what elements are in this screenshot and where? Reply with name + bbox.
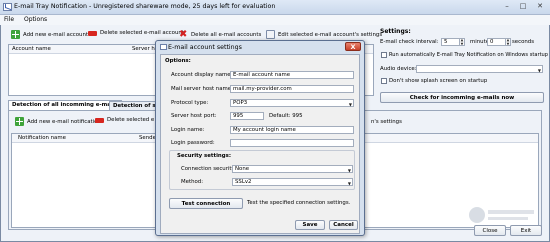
check-now-button[interactable]: Check for incomming e-mails now	[380, 92, 544, 103]
protocol-select[interactable]: POP3 ▼	[230, 99, 354, 107]
menu-options[interactable]: Options	[24, 16, 47, 23]
edit-icon	[266, 30, 275, 39]
save-button[interactable]: Save	[295, 220, 325, 230]
dropdown-arrow-icon: ▼	[347, 168, 351, 173]
col-notification-name[interactable]: Notification name	[18, 135, 66, 141]
close-window-button[interactable]: ✕	[533, 2, 547, 11]
tab-all-incoming[interactable]: Detection of all incomming e-mails	[8, 100, 122, 110]
field-label: Account display name:	[171, 72, 233, 78]
account-settings-dialog: E-mail account settings X Options: Accou…	[155, 40, 365, 236]
seconds-spinner[interactable]: 0 ▲ ▼	[487, 38, 511, 46]
dialog-close-button[interactable]: X	[345, 42, 361, 51]
dialog-envelope-icon	[160, 44, 167, 50]
security-heading: Security settings:	[177, 153, 231, 159]
exit-button[interactable]: Exit	[510, 225, 542, 236]
delete-account-label: Delete selected e-mail account	[100, 30, 184, 36]
field-label: Server host port:	[171, 113, 217, 119]
menu-bar: File Options	[0, 15, 550, 25]
field-label: Mail server host name:	[171, 86, 233, 92]
field-label: Connection security:	[181, 166, 237, 172]
col-account-name[interactable]: Account name	[12, 46, 51, 52]
minutes-value: 5	[444, 39, 448, 45]
add-account-label: Add new e-mail account	[23, 31, 89, 38]
add-notification-label: Add new e-mail notification	[27, 118, 101, 125]
delete-notification-button[interactable]: Delete selected e	[95, 117, 154, 123]
minimize-button[interactable]: –	[500, 2, 514, 11]
menu-file[interactable]: File	[4, 16, 14, 23]
audio-device-select[interactable]: ▼	[416, 65, 543, 73]
dropdown-arrow-icon: ▼	[537, 68, 541, 73]
minutes-spinner[interactable]: 5 ▲ ▼	[441, 38, 465, 46]
add-icon	[11, 30, 20, 39]
mail-server-input[interactable]: mail.my-provider.com	[230, 85, 354, 93]
field-label: Login password:	[171, 140, 215, 146]
audio-device-label: Audio device:	[380, 66, 417, 72]
add-account-button[interactable]: Add new e-mail account	[11, 30, 88, 39]
security-group: Security settings: Connection security: …	[169, 150, 355, 190]
edit-notification-label[interactable]: n's settings	[371, 119, 402, 125]
check-interval-label: E-mail check interval:	[380, 39, 439, 45]
settings-panel: Settings: E-mail check interval: 5 ▲ ▼ mi…	[378, 28, 549, 106]
connection-security-select[interactable]: None ▼	[232, 165, 353, 173]
delete-icon	[88, 31, 97, 36]
connection-security-value: None	[235, 166, 250, 172]
options-heading: Options:	[165, 58, 191, 64]
spinner-arrows-icon[interactable]: ▲ ▼	[505, 38, 510, 46]
port-input[interactable]: 995	[230, 112, 264, 120]
autorun-checkbox[interactable]	[381, 52, 387, 58]
edit-account-label: Edit selected e-mail account's settings	[278, 31, 383, 38]
test-note: Test the specified connection settings.	[247, 200, 351, 206]
login-password-input[interactable]	[230, 139, 354, 147]
seconds-label: seconds	[512, 39, 535, 45]
field-label: Protocol type:	[171, 100, 209, 106]
login-name-input[interactable]: My account login name	[230, 126, 354, 134]
add-icon	[15, 117, 24, 126]
protocol-value: POP3	[233, 100, 248, 106]
spinner-arrows-icon[interactable]: ▲ ▼	[459, 38, 464, 46]
method-value: SSLv2	[235, 179, 252, 185]
window-title: E-mail Tray Notification - Unregistered …	[14, 3, 276, 10]
delete-icon	[95, 118, 104, 123]
account-name-input[interactable]: E-mail account name	[230, 71, 354, 79]
edit-account-button[interactable]: Edit selected e-mail account's settings	[266, 30, 382, 39]
autorun-label: Run automatically E-mail Tray Notificati…	[389, 52, 549, 58]
dialog-title: E-mail account settings	[168, 44, 242, 51]
cancel-button[interactable]: Cancel	[329, 220, 358, 230]
delete-all-button[interactable]: ✖ Delete all e-mail accounts	[179, 29, 262, 40]
dropdown-arrow-icon: ▼	[347, 181, 351, 186]
method-select[interactable]: SSLv2 ▼	[232, 178, 353, 186]
close-button[interactable]: Close	[474, 225, 506, 236]
add-notification-button[interactable]: Add new e-mail notification	[15, 117, 101, 126]
field-label: Login name:	[171, 127, 205, 133]
delete-account-button[interactable]: Delete selected e-mail account	[88, 30, 184, 36]
delete-notification-label: Delete selected e	[107, 117, 155, 123]
maximize-button[interactable]: □	[516, 2, 530, 11]
field-label: Method:	[181, 179, 204, 185]
seconds-value: 0	[490, 39, 494, 45]
title-bar: E-mail Tray Notification - Unregistered …	[0, 0, 550, 15]
dialog-body: Options: Account display name: E-mail ac…	[160, 54, 360, 234]
splash-label: Don't show splash screen on startup	[389, 78, 488, 84]
delete-all-x-icon: ✖	[179, 29, 188, 40]
delete-all-label: Delete all e-mail accounts	[191, 31, 262, 38]
splash-checkbox[interactable]	[381, 78, 387, 84]
settings-heading: Settings:	[380, 28, 411, 35]
watermark-logo	[469, 207, 534, 223]
port-default-label: Default: 995	[269, 113, 303, 119]
dropdown-arrow-icon: ▼	[348, 102, 352, 107]
app-envelope-icon	[3, 3, 12, 11]
test-connection-button[interactable]: Test connection	[169, 198, 243, 209]
